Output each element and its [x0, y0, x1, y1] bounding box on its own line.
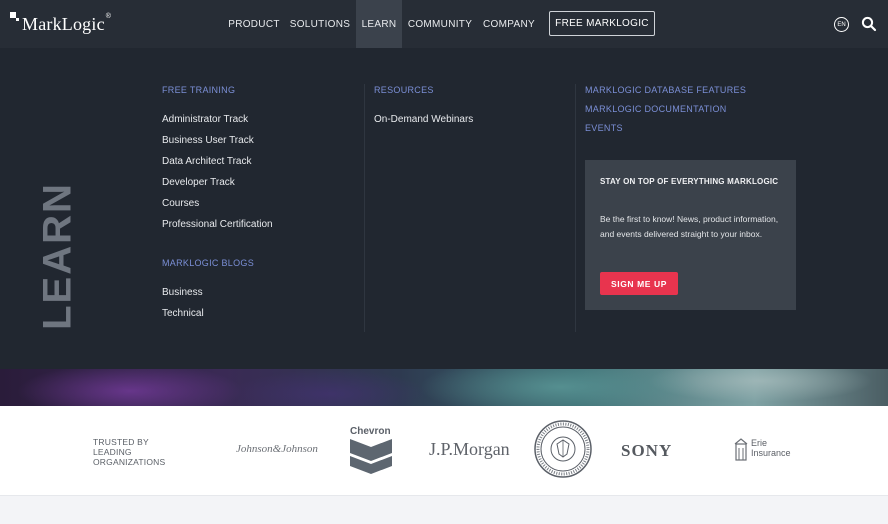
link-business-user-track[interactable]: Business User Track [162, 135, 254, 146]
page-footer-area [0, 495, 888, 524]
link-professional-certification[interactable]: Professional Certification [162, 219, 273, 230]
mega-menu-section-title: LEARN [36, 182, 80, 330]
link-blog-technical[interactable]: Technical [162, 308, 204, 319]
sony-logo: SONY [621, 441, 673, 460]
search-icon[interactable] [861, 16, 877, 32]
section-title-text: LEARN [35, 182, 80, 330]
nav-product[interactable]: PRODUCT [225, 0, 283, 48]
hero-background-strip [0, 369, 888, 406]
learn-mega-menu: LEARN FREE TRAINING Administrator Track … [0, 48, 888, 369]
link-data-architect-track[interactable]: Data Architect Track [162, 156, 251, 167]
marklogic-logo-mark-icon [10, 12, 20, 22]
newsletter-signup-card: STAY ON TOP OF EVERYTHING MARKLOGIC Be t… [585, 160, 796, 310]
marklogic-blogs-heading[interactable]: MARKLOGIC BLOGS [162, 258, 254, 268]
nav-company[interactable]: COMPANY [480, 0, 538, 48]
language-selector[interactable]: EN [834, 17, 849, 32]
link-on-demand-webinars[interactable]: On-Demand Webinars [374, 114, 473, 125]
trusted-line-1: TRUSTED BY [93, 437, 149, 447]
nav-solutions[interactable]: SOLUTIONS [288, 0, 352, 48]
database-features-link[interactable]: MARKLOGIC DATABASE FEATURES [585, 85, 746, 95]
trusted-logos-bar: TRUSTED BY LEADING ORGANIZATIONS Johnson… [0, 406, 888, 495]
erie-insurance-logo: Erie Insurance [733, 438, 795, 464]
erie-text-line-2: Insurance [751, 448, 791, 458]
link-courses[interactable]: Courses [162, 198, 199, 209]
chevron-mark-icon [350, 439, 392, 474]
link-blog-business[interactable]: Business [162, 287, 203, 298]
johnson-johnson-logo: Johnson&Johnson [236, 443, 318, 455]
erie-building-icon [734, 438, 748, 461]
sign-me-up-button[interactable]: SIGN ME UP [600, 272, 678, 295]
resources-heading[interactable]: RESOURCES [374, 85, 434, 95]
free-marklogic-button[interactable]: FREE MARKLOGIC [549, 11, 655, 36]
signup-title: STAY ON TOP OF EVERYTHING MARKLOGIC [600, 177, 779, 186]
chevron-logo-text: Chevron [350, 426, 391, 437]
jp-morgan-logo: J.P.Morgan [429, 439, 510, 459]
top-navigation-bar: MarkLogic ® PRODUCT SOLUTIONS LEARN COMM… [0, 0, 888, 48]
marklogic-logo[interactable]: MarkLogic ® [10, 12, 111, 36]
logo-registered-mark: ® [105, 13, 111, 20]
free-training-heading[interactable]: FREE TRAINING [162, 85, 235, 95]
link-administrator-track[interactable]: Administrator Track [162, 114, 248, 125]
trusted-line-3: ORGANIZATIONS [93, 457, 166, 467]
signup-description: Be the first to know! News, product info… [600, 214, 779, 239]
intelligence-community-seal-icon [534, 420, 592, 478]
events-link[interactable]: EVENTS [585, 123, 623, 133]
link-developer-track[interactable]: Developer Track [162, 177, 235, 188]
column-divider [575, 84, 576, 332]
trusted-line-2: LEADING [93, 447, 132, 457]
erie-text-line-1: Erie [751, 438, 768, 448]
nav-learn[interactable]: LEARN [356, 0, 402, 48]
documentation-link[interactable]: MARKLOGIC DOCUMENTATION [585, 104, 727, 114]
nav-community[interactable]: COMMUNITY [407, 0, 473, 48]
column-divider [364, 84, 365, 332]
trusted-by-label: TRUSTED BY LEADING ORGANIZATIONS [93, 437, 165, 467]
chevron-logo: Chevron [348, 426, 394, 474]
logo-text: MarkLogic [22, 14, 105, 34]
